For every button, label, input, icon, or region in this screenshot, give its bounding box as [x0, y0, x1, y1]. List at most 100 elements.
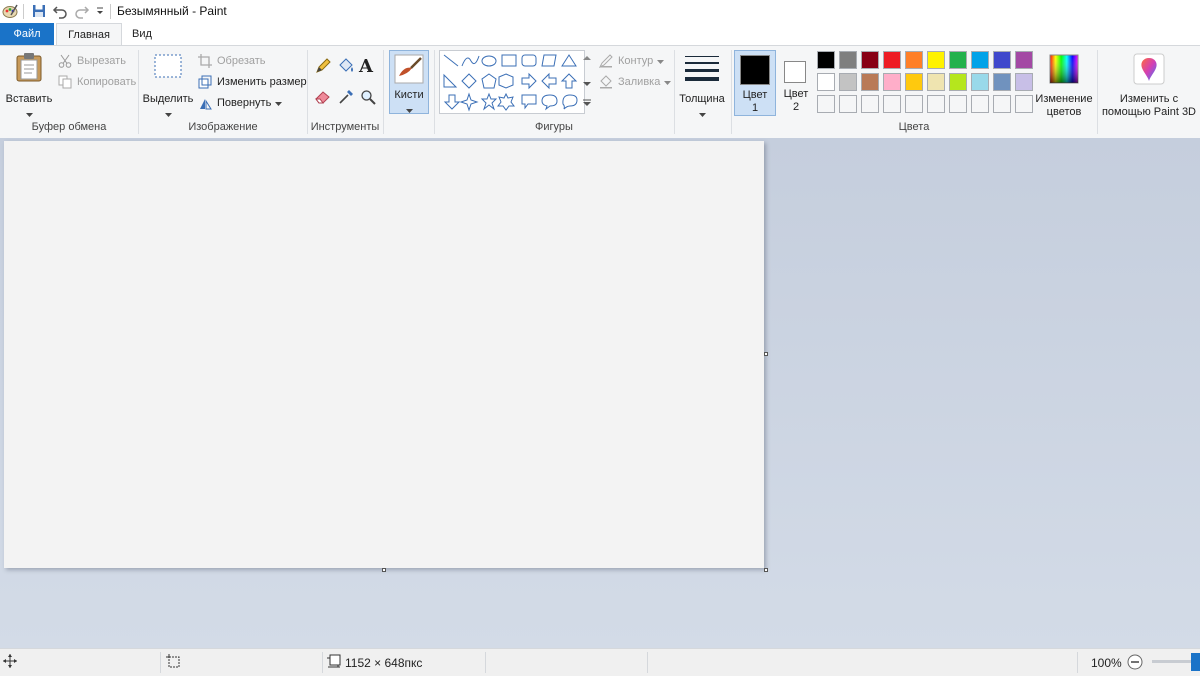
- canvas-resize-handle-right[interactable]: [764, 352, 768, 356]
- palette-empty-swatch[interactable]: [949, 95, 967, 113]
- zoom-slider-track[interactable]: [1152, 660, 1192, 663]
- palette-empty-swatch[interactable]: [839, 95, 857, 113]
- redo-icon[interactable]: [74, 3, 90, 19]
- palette-color-swatch[interactable]: [905, 73, 923, 91]
- tab-file[interactable]: Файл: [0, 23, 54, 45]
- brushes-button[interactable]: Кисти: [389, 50, 429, 114]
- color-picker-icon[interactable]: [338, 89, 354, 108]
- palette-color-swatch[interactable]: [971, 51, 989, 69]
- outline-dropdown-arrow-icon[interactable]: [657, 55, 665, 67]
- pencil-icon[interactable]: [315, 58, 331, 77]
- palette-color-swatch[interactable]: [993, 51, 1011, 69]
- shapes-scroll-down-icon[interactable]: [583, 78, 591, 90]
- color1-swatch: [740, 55, 770, 85]
- color2-label-line1: Цвет: [783, 88, 809, 100]
- paste-button[interactable]: Вставить: [4, 50, 54, 117]
- shapes-gallery-icons[interactable]: [440, 51, 586, 115]
- palette-color-swatch[interactable]: [971, 73, 989, 91]
- palette-color-swatch[interactable]: [861, 51, 879, 69]
- status-separator: [322, 652, 323, 673]
- shapes-group-label: Фигуры: [535, 121, 573, 133]
- palette-color-swatch[interactable]: [927, 73, 945, 91]
- image-group-label: Изображение: [188, 121, 258, 133]
- palette-empty-swatch[interactable]: [993, 95, 1011, 113]
- size-button[interactable]: Толщина: [676, 50, 728, 117]
- text-tool-icon[interactable]: A: [359, 56, 373, 77]
- zoom-slider-thumb[interactable]: [1191, 653, 1200, 671]
- palette-color-swatch[interactable]: [949, 51, 967, 69]
- zoom-out-icon[interactable]: [1127, 654, 1143, 673]
- copy-button[interactable]: Копировать: [57, 73, 136, 91]
- palette-empty-swatch[interactable]: [971, 95, 989, 113]
- crop-icon: [197, 53, 213, 69]
- edit-with-paint3d-button[interactable]: Изменить с помощью Paint 3D: [1100, 50, 1198, 118]
- palette-color-swatch[interactable]: [1015, 51, 1033, 69]
- ribbon-tabs: Файл Главная Вид: [0, 23, 1200, 45]
- canvas-resize-handle-corner[interactable]: [764, 568, 768, 572]
- palette-color-swatch[interactable]: [839, 51, 857, 69]
- palette-color-swatch[interactable]: [993, 73, 1011, 91]
- group-separator: [1097, 50, 1098, 134]
- palette-empty-swatch[interactable]: [883, 95, 901, 113]
- image-group: Выделить Обрезать Изменить размер Поверн…: [139, 46, 307, 138]
- palette-color-swatch[interactable]: [817, 73, 835, 91]
- tools-group-label: Инструменты: [310, 121, 380, 133]
- drawing-canvas[interactable]: [4, 141, 764, 568]
- paint-app-icon[interactable]: [2, 3, 18, 19]
- group-separator: [674, 50, 675, 134]
- palette-empty-swatch[interactable]: [817, 95, 835, 113]
- brushes-dropdown-arrow-icon[interactable]: [406, 104, 413, 116]
- palette-color-swatch[interactable]: [861, 73, 879, 91]
- color2-button[interactable]: Цвет 2: [778, 50, 814, 116]
- outline-button[interactable]: Контур: [598, 52, 665, 70]
- rotate-button[interactable]: Повернуть: [197, 94, 283, 112]
- customize-quick-access-icon[interactable]: [92, 3, 108, 19]
- line-thickness-icon: [685, 54, 719, 85]
- magnifier-icon[interactable]: [360, 89, 376, 108]
- paint3d-icon: [1133, 53, 1165, 88]
- titlebar-divider: [110, 4, 111, 19]
- select-dropdown-arrow-icon[interactable]: [165, 108, 172, 120]
- resize-icon: [197, 74, 213, 90]
- palette-color-swatch[interactable]: [839, 73, 857, 91]
- palette-empty-swatch[interactable]: [927, 95, 945, 113]
- paint3d-label-line1: Изменить с: [1119, 93, 1179, 105]
- scissors-icon: [57, 53, 73, 69]
- palette-color-swatch[interactable]: [883, 51, 901, 69]
- rotate-dropdown-arrow-icon[interactable]: [275, 97, 283, 109]
- edit-colors-button[interactable]: Изменение цветов: [1035, 50, 1093, 118]
- undo-icon[interactable]: [52, 3, 68, 19]
- color1-button[interactable]: Цвет 1: [734, 50, 776, 116]
- save-icon[interactable]: [31, 3, 47, 19]
- paste-dropdown-arrow-icon[interactable]: [26, 108, 33, 120]
- palette-color-swatch[interactable]: [927, 51, 945, 69]
- palette-empty-swatch[interactable]: [905, 95, 923, 113]
- select-button[interactable]: Выделить: [142, 50, 194, 117]
- palette-color-swatch[interactable]: [883, 73, 901, 91]
- palette-color-swatch[interactable]: [949, 73, 967, 91]
- select-label: Выделить: [142, 93, 194, 105]
- crop-button[interactable]: Обрезать: [197, 52, 266, 70]
- outline-pencil-icon: [598, 53, 614, 69]
- shapes-scroll-up-icon[interactable]: [583, 52, 591, 64]
- palette-color-swatch[interactable]: [817, 51, 835, 69]
- palette-empty-swatch[interactable]: [1015, 95, 1033, 113]
- shapes-expand-icon[interactable]: [583, 98, 591, 110]
- rotate-icon: [197, 95, 213, 111]
- status-separator: [485, 652, 486, 673]
- fill-button[interactable]: Заливка: [598, 73, 672, 91]
- canvas-resize-handle-bottom[interactable]: [382, 568, 386, 572]
- palette-empty-swatch[interactable]: [861, 95, 879, 113]
- tab-home[interactable]: Главная: [56, 23, 122, 45]
- palette-color-swatch[interactable]: [1015, 73, 1033, 91]
- copy-label: Копировать: [77, 76, 137, 88]
- tab-view[interactable]: Вид: [120, 23, 164, 45]
- fill-dropdown-arrow-icon[interactable]: [664, 76, 672, 88]
- cut-button[interactable]: Вырезать: [57, 52, 126, 70]
- palette-color-swatch[interactable]: [905, 51, 923, 69]
- resize-button[interactable]: Изменить размер: [197, 73, 307, 91]
- size-dropdown-arrow-icon[interactable]: [699, 108, 706, 120]
- shapes-group: Контур Заливка Фигуры: [435, 46, 673, 138]
- eraser-icon[interactable]: [315, 89, 331, 108]
- fill-bucket-icon[interactable]: [337, 58, 355, 77]
